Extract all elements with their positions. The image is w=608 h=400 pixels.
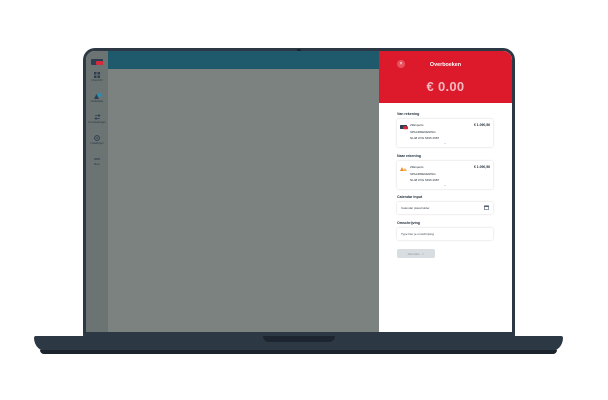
account-balance: € 1.090,56 (473, 123, 490, 127)
sidebar-item-label: Overzicht (91, 79, 103, 82)
main-content-dimmed[interactable] (108, 69, 379, 332)
sidebar-item-label: Notificaties (90, 100, 104, 103)
calendar-input[interactable]: Calendar placeholder (397, 202, 493, 214)
chevron-down-icon: ⌄ (443, 141, 447, 145)
sidebar-item-label: Meer (94, 163, 100, 166)
account-name: 23Experts (410, 165, 424, 169)
account-type: SPAARREKENING (410, 172, 436, 176)
laptop-notch (263, 336, 335, 342)
account-name: 23Experts (410, 123, 424, 127)
sidebar-item-notificaties[interactable]: Notificaties (86, 92, 108, 103)
sidebar-item-overzicht[interactable]: Overzicht (86, 71, 108, 82)
sidebar-item-label: Overboekingen (88, 121, 106, 124)
panel-title: Overboeken (429, 62, 462, 68)
amount-input[interactable]: € 0.00 (379, 79, 512, 94)
account-type: SPAARREKENING (410, 130, 436, 134)
sidebar-item-overboekingen[interactable]: Overboekingen (86, 113, 108, 124)
description-placeholder: Type hier je omschrijving (401, 232, 435, 236)
app-logo (91, 59, 103, 65)
transfer-icon (86, 113, 108, 121)
top-bar (108, 51, 379, 69)
from-account-select[interactable]: 23Experts SPAARREKENING NL48 ZXG 5466 29… (397, 119, 493, 147)
grid-icon (86, 71, 108, 79)
chevron-down-icon: ⌄ (443, 183, 447, 187)
sidebar-item-instellingen[interactable]: Instellingen (86, 134, 108, 145)
to-account-select[interactable]: 23Experts SPAARREKENING NL48 ZXG 5466 29… (397, 161, 493, 189)
account-balance: € 1.090,56 (473, 165, 490, 169)
sidebar: Overzicht Notificaties Overboekingen Ins… (86, 51, 108, 332)
transfer-panel: × Overboeken € 0.00 Van rekening 23Exper… (379, 51, 512, 332)
sidebar-item-label: Instellingen (90, 142, 104, 145)
submit-button[interactable]: Afronden ✓ (397, 249, 435, 258)
app-screen: Overzicht Notificaties Overboekingen Ins… (86, 51, 512, 332)
more-icon (86, 155, 108, 163)
laptop-base-edge (40, 350, 557, 354)
description-label: Omschrijving (397, 221, 420, 225)
bell-icon (86, 92, 108, 100)
calendar-label: Calendar Input (397, 195, 423, 199)
check-icon: ✓ (421, 251, 425, 256)
calendar-icon[interactable] (484, 205, 489, 210)
bank-logo-icon (400, 167, 407, 171)
sidebar-item-meer[interactable]: Meer (86, 155, 108, 166)
account-iban: NL48 ZXG 5466 2987 (410, 178, 440, 182)
panel-header: × Overboeken € 0.00 (379, 51, 512, 103)
gear-icon (86, 134, 108, 142)
to-account-label: Naar rekening (397, 154, 421, 158)
bank-logo-icon (400, 125, 408, 130)
description-input[interactable]: Type hier je omschrijving (397, 228, 493, 240)
calendar-placeholder: Calendar placeholder (401, 206, 430, 210)
account-iban: NL48 ZXG 5466 2987 (410, 136, 440, 140)
from-account-label: Van rekening (397, 112, 420, 116)
submit-label: Afronden (407, 251, 420, 256)
